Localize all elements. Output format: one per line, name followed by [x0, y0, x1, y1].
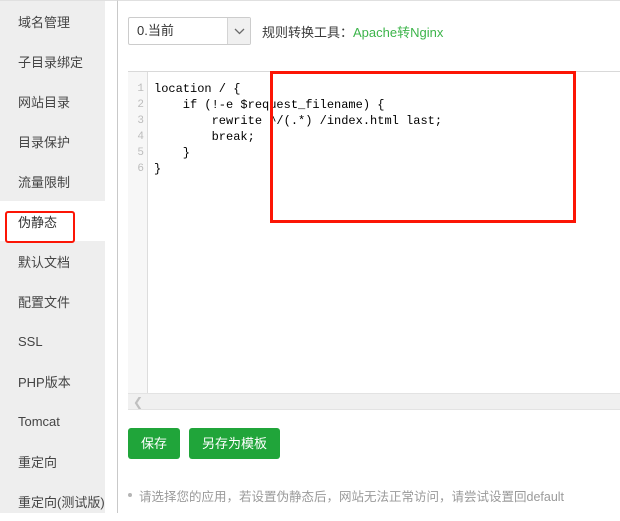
rule-converter-label: 规则转换工具：Apache转Nginx [262, 22, 443, 41]
save-as-template-button[interactable]: 另存为模板 [189, 428, 281, 459]
sidebar-item-label: 流量限制 [18, 174, 71, 190]
sidebar-item-label: 伪静态 [18, 214, 58, 230]
line-number: 3 [137, 115, 144, 127]
sidebar-item-label: 默认文档 [18, 254, 71, 270]
sidebar-item-2[interactable]: 网站目录 [0, 81, 105, 121]
rule-template-select-value: 0.当前 [137, 23, 174, 38]
footer-hint: 请选择您的应用，若设置伪静态后，网站无法正常访问，请尝试设置回default [128, 486, 564, 505]
toolbar: 0.当前 规则转换工具：Apache转Nginx [118, 1, 620, 45]
sidebar-item-label: 网站目录 [18, 94, 71, 110]
sidebar-item-10[interactable]: Tomcat [0, 401, 105, 441]
action-button-row: 保存 另存为模板 [128, 428, 281, 459]
editor-code-area[interactable]: location / { if (!-e $request_filename) … [148, 72, 620, 393]
sidebar-item-9[interactable]: PHP版本 [0, 361, 105, 401]
editor-line-number-gutter: 1 2 3 4 5 6 [128, 72, 148, 393]
save-button[interactable]: 保存 [128, 428, 181, 459]
sidebar-item-label: 配置文件 [18, 294, 71, 310]
chevron-down-icon[interactable] [227, 18, 250, 44]
bullet-icon [128, 493, 132, 497]
sidebar-item-11[interactable]: 重定向 [0, 441, 105, 481]
pseudo-static-settings-page: 域名管理子目录绑定网站目录目录保护流量限制伪静态默认文档配置文件 SSL PHP版本… [0, 0, 620, 513]
sidebar-content-divider [105, 0, 118, 513]
footer-hint-text: 请选择您的应用，若设置伪静态后，网站无法正常访问，请尝试设置回default [139, 490, 565, 504]
editor-horizontal-scrollbar[interactable]: ❮ [128, 393, 620, 410]
rule-converter-label-text: 规则转换工具： [262, 24, 354, 40]
sidebar-item-1[interactable]: 子目录绑定 [0, 41, 105, 81]
code-editor[interactable]: 1 2 3 4 5 6 location / { if (!-e $request_fil… [128, 71, 620, 393]
sidebar-item-7[interactable]: 配置文件 [0, 281, 105, 321]
sidebar-item-4[interactable]: 流量限制 [0, 161, 105, 201]
sidebar-item-label: 目录保护 [18, 134, 71, 150]
line-number: 4 [137, 131, 144, 143]
sidebar-item-0[interactable]: 域名管理 [0, 1, 105, 41]
line-number: 6 [137, 163, 144, 175]
sidebar-item-6[interactable]: 默认文档 [0, 241, 105, 281]
sidebar-nav: 域名管理子目录绑定网站目录目录保护流量限制伪静态默认文档配置文件 SSL PHP版本… [0, 0, 105, 513]
main-content: 0.当前 规则转换工具：Apache转Nginx 1 2 3 4 5 6 location… [118, 0, 620, 513]
line-number: 1 [137, 83, 144, 95]
sidebar-item-label: 子目录绑定 [18, 54, 84, 70]
chevron-left-icon[interactable]: ❮ [133, 396, 143, 408]
sidebar-item-8[interactable]: SSL [0, 321, 105, 361]
sidebar-item-label: 重定向 [18, 454, 58, 470]
sidebar-item-label: 重定向(测试版) [18, 494, 105, 510]
sidebar-item-label: Tomcat [18, 413, 60, 429]
sidebar-item-label: PHP版本 [18, 374, 71, 390]
editor-code-text[interactable]: location / { if (!-e $request_filename) … [154, 81, 620, 177]
line-number: 2 [137, 99, 144, 111]
sidebar-item-3[interactable]: 目录保护 [0, 121, 105, 161]
line-number: 5 [137, 147, 144, 159]
sidebar-item-label: SSL [18, 333, 43, 349]
apache-to-nginx-link[interactable]: Apache转Nginx [353, 25, 443, 40]
sidebar-item-label: 域名管理 [18, 14, 71, 30]
sidebar-item-12[interactable]: 重定向(测试版) [0, 481, 105, 521]
rule-template-select[interactable]: 0.当前 [128, 17, 251, 45]
sidebar-item-5[interactable]: 伪静态 [0, 201, 105, 241]
